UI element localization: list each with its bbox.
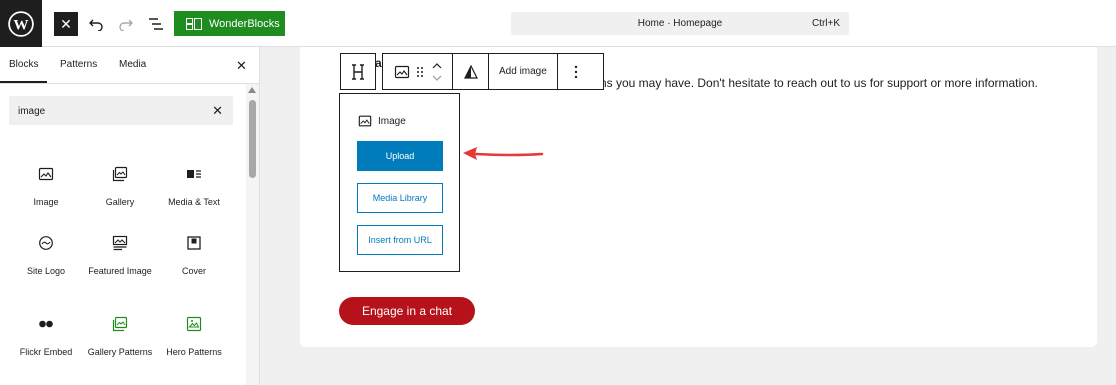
tab-blocks[interactable]: Blocks bbox=[0, 59, 49, 83]
block-label: Gallery Patterns bbox=[87, 347, 153, 357]
list-view-icon bbox=[149, 18, 163, 30]
wordpress-logo-icon[interactable]: W bbox=[0, 0, 42, 47]
insert-from-url-button[interactable]: Insert from URL bbox=[357, 225, 443, 255]
image-icon bbox=[38, 167, 54, 181]
block-label: Image bbox=[33, 197, 59, 207]
block-item-cover[interactable]: Cover bbox=[158, 235, 230, 277]
parent-block-icon bbox=[352, 63, 364, 80]
tab-patterns[interactable]: Patterns bbox=[60, 59, 97, 70]
block-item-media-text[interactable]: Media & Text bbox=[158, 166, 230, 208]
search-value: image bbox=[18, 106, 46, 117]
placeholder-title: Image bbox=[358, 114, 406, 128]
block-label: Hero Patterns bbox=[166, 347, 222, 357]
more-options-button[interactable] bbox=[558, 54, 594, 89]
move-up-down-icon[interactable] bbox=[432, 61, 442, 83]
heading-fragment[interactable]: a bbox=[375, 56, 382, 70]
block-search-input[interactable]: image ✕ bbox=[9, 96, 233, 125]
undo-icon bbox=[89, 19, 103, 31]
command-palette-bar[interactable]: Home · Homepage Ctrl+K bbox=[511, 12, 849, 35]
image-icon bbox=[358, 115, 372, 127]
media-text-icon bbox=[187, 170, 201, 178]
block-item-flickr-embed[interactable]: Flickr Embed bbox=[10, 316, 82, 358]
redo-icon bbox=[119, 19, 133, 31]
featured-image-icon bbox=[112, 235, 128, 251]
command-shortcut: Ctrl+K bbox=[811, 18, 840, 29]
cover-icon bbox=[187, 236, 201, 250]
block-label: Featured Image bbox=[88, 266, 152, 276]
wonderblocks-icon bbox=[186, 17, 202, 30]
paragraph-text[interactable]: rns you may have. Don't hesitate to reac… bbox=[596, 76, 1038, 90]
scrollbar-thumb[interactable] bbox=[249, 100, 256, 178]
editor-top-bar: W ✕ WonderBlocks Home · Homepage Ctrl+K bbox=[0, 0, 1116, 47]
scroll-up-icon[interactable] bbox=[248, 87, 256, 93]
select-parent-button[interactable] bbox=[340, 53, 376, 90]
clear-search-icon[interactable]: ✕ bbox=[212, 103, 223, 119]
close-inserter-button[interactable]: ✕ bbox=[54, 12, 78, 36]
image-placeholder: Image Upload Media Library Insert from U… bbox=[339, 93, 460, 272]
site-logo-icon bbox=[39, 236, 53, 250]
block-label: Cover bbox=[181, 266, 206, 276]
block-item-image[interactable]: Image bbox=[10, 166, 82, 208]
media-library-button[interactable]: Media Library bbox=[357, 183, 443, 213]
annotation-arrow-icon bbox=[463, 147, 544, 160]
image-block-icon[interactable] bbox=[394, 64, 410, 80]
placeholder-title-label: Image bbox=[378, 115, 406, 127]
wonderblocks-label: WonderBlocks bbox=[209, 17, 280, 30]
block-toolbar: Add image bbox=[382, 53, 604, 90]
document-title: Home · Homepage bbox=[637, 18, 723, 29]
block-label: Flickr Embed bbox=[19, 347, 73, 357]
block-item-site-logo[interactable]: Site Logo bbox=[10, 235, 82, 277]
block-type-group bbox=[383, 54, 453, 89]
wonderblocks-button[interactable]: WonderBlocks bbox=[174, 11, 285, 36]
hero-patterns-icon bbox=[186, 316, 202, 332]
flickr-icon bbox=[39, 320, 53, 328]
duotone-button[interactable] bbox=[453, 54, 489, 89]
duotone-icon bbox=[463, 64, 478, 79]
inserter-tabs: Blocks Patterns Media ✕ bbox=[0, 47, 260, 84]
redo-button[interactable] bbox=[114, 12, 138, 36]
block-label: Media & Text bbox=[168, 197, 220, 207]
block-item-gallery-patterns[interactable]: Gallery Patterns bbox=[84, 316, 156, 358]
close-sidebar-icon[interactable]: ✕ bbox=[236, 58, 247, 74]
add-image-button[interactable]: Add image bbox=[489, 54, 558, 89]
document-overview-button[interactable] bbox=[144, 12, 168, 36]
more-vertical-icon bbox=[574, 65, 578, 78]
block-label: Gallery bbox=[105, 197, 135, 207]
gallery-icon bbox=[112, 166, 128, 182]
block-label: Site Logo bbox=[26, 266, 66, 276]
block-item-hero-patterns[interactable]: Hero Patterns bbox=[158, 316, 230, 358]
upload-button[interactable]: Upload bbox=[357, 141, 443, 171]
tab-media[interactable]: Media bbox=[119, 59, 146, 70]
undo-button[interactable] bbox=[84, 12, 108, 36]
gallery-patterns-icon bbox=[112, 316, 128, 332]
drag-handle-icon[interactable] bbox=[416, 66, 424, 78]
block-item-gallery[interactable]: Gallery bbox=[84, 166, 156, 208]
svg-text:W: W bbox=[13, 16, 28, 33]
block-inserter-sidebar: Blocks Patterns Media ✕ image ✕ Image Ga… bbox=[0, 47, 260, 385]
close-icon: ✕ bbox=[60, 15, 72, 32]
engage-chat-button[interactable]: Engage in a chat bbox=[339, 297, 475, 325]
block-item-featured-image[interactable]: Featured Image bbox=[84, 235, 156, 277]
